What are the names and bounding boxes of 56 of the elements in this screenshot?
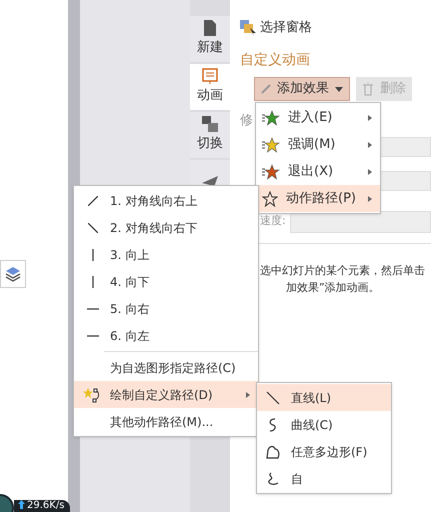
menu-item[interactable]: 1. 对角线向右上 [74,187,258,214]
path-line-icon [87,334,99,336]
slide-icon [202,68,218,84]
upload-arrow-icon [18,500,25,509]
transition-icon [202,116,218,132]
submenu-arrow-icon [368,142,372,148]
star-outline-icon [262,190,278,206]
curve-icon [265,444,281,460]
pencil-icon [261,84,271,94]
trash-icon [362,82,374,96]
star-icon [262,164,280,180]
section-title: 自定义动画 [240,51,311,70]
menu-item[interactable]: 4. 向下 [74,268,258,295]
document-icon [203,20,217,36]
sidebar-tab[interactable]: 切换 [190,112,230,158]
submenu-arrow-icon [368,114,372,120]
curve-icon [265,470,281,486]
path-line-icon [88,222,98,232]
menu-item[interactable]: 强调(M) [256,131,380,158]
menu-item[interactable]: 动作路径(P) [256,185,380,212]
add-effect-button[interactable]: 添加效果 [254,77,350,101]
sidebar-tab[interactable]: 动画 [190,64,230,110]
net-speed-pill: 29.6K/s [14,500,70,512]
select-pane-label[interactable]: 选择窗格 [260,18,312,38]
submenu-arrow-icon [368,168,372,174]
submenu-arrow-icon [368,196,372,202]
menu-item[interactable]: 为自选图形指定路径(C) [74,354,258,381]
menu-item[interactable]: 直线(L) [257,384,391,411]
select-pane-icon [240,20,256,36]
star-icon [262,110,280,126]
menu-item[interactable]: 进入(E) [256,104,380,131]
path-line-icon [92,248,94,260]
menu-item[interactable]: 退出(X) [256,158,380,185]
hint-text: 加效果”添加动画。 [286,280,380,296]
menu-item[interactable]: 3. 向上 [74,241,258,268]
hint-text: 选中幻灯片的某个元素，然后单击 [260,262,425,278]
speed-label: 速度: [260,213,287,230]
submenu-arrow-icon [246,392,250,398]
menu-item[interactable]: 曲线(C) [257,411,391,438]
star-path-icon [82,386,102,402]
menu-item[interactable]: 绘制自定义路径(D) [74,381,258,408]
path-line-icon [87,308,99,310]
menu-item[interactable]: 2. 对角线向右下 [74,214,258,241]
modify-label: 修 [240,112,253,130]
path-line-icon [92,276,94,288]
layers-icon [5,266,21,282]
sidebar-tab[interactable]: 新建 [190,16,230,62]
menu-item[interactable]: 6. 向左 [74,322,258,349]
menu-item[interactable]: 自 [257,465,391,492]
caret-icon [335,86,343,92]
star-icon [262,136,280,152]
path-line-icon [88,196,98,206]
menu-item[interactable]: 5. 向右 [74,295,258,322]
layers-button[interactable] [0,260,26,288]
diagonal-line-icon [265,390,281,406]
menu-item[interactable]: 任意多边形(F) [257,438,391,465]
